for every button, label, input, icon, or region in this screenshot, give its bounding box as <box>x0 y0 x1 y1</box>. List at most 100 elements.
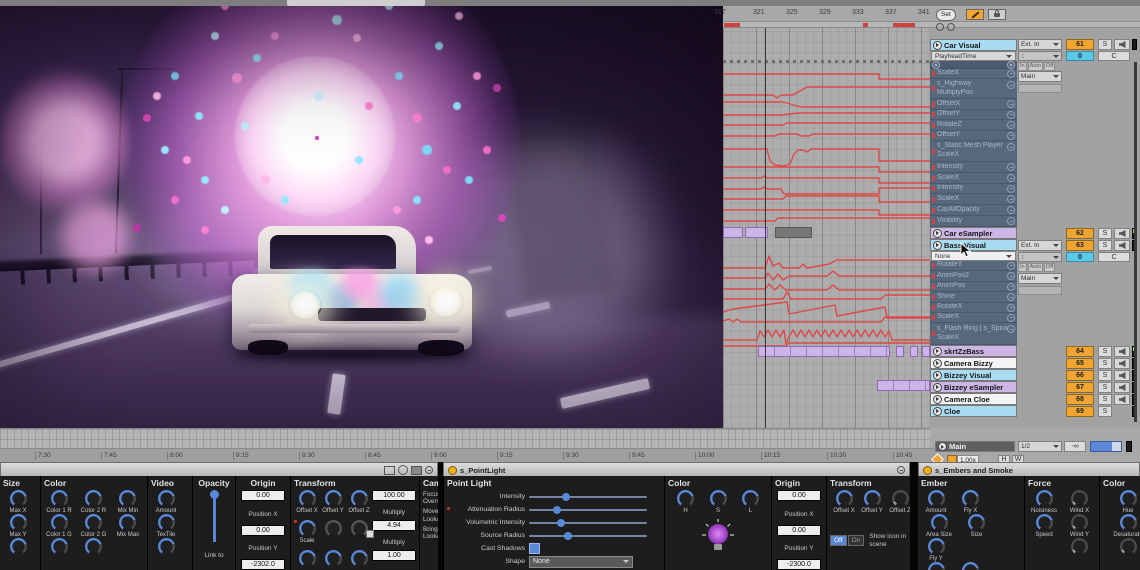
locator-marker[interactable] <box>724 23 740 27</box>
track-number[interactable]: 65 <box>1066 358 1094 369</box>
monitor-buttons[interactable]: InAutoOff <box>1018 263 1055 272</box>
amount-knob[interactable] <box>158 490 175 507</box>
mixmin-knob[interactable] <box>119 490 136 507</box>
minus-icon[interactable] <box>1007 206 1015 214</box>
fold-icon[interactable] <box>425 466 433 474</box>
unfold-icon[interactable] <box>933 241 942 250</box>
track-header-camera-cloe[interactable]: Camera Cloe <box>930 393 1017 405</box>
maxy-knob[interactable] <box>10 514 27 531</box>
offsetz-knob[interactable] <box>892 490 909 507</box>
automation-lane[interactable]: s_Static Mesh PlayerScaleX <box>930 141 1017 162</box>
automation-lane[interactable]: Shine <box>930 292 1017 303</box>
solo-button[interactable]: S <box>1098 346 1112 357</box>
partial-knob[interactable] <box>325 550 342 567</box>
automation-lane[interactable]: ScaleX <box>930 194 1017 205</box>
minus-icon[interactable] <box>1007 262 1015 270</box>
noisiness-knob[interactable] <box>1036 490 1053 507</box>
partial-knob[interactable] <box>928 562 945 570</box>
track-activator-button[interactable] <box>1114 358 1130 369</box>
track-value-badge[interactable]: 0 <box>1066 51 1094 61</box>
monitor-auto[interactable]: Auto <box>1028 263 1043 272</box>
track-header-car-visual[interactable]: Car Visual <box>930 39 1017 51</box>
output-routing-dropdown[interactable]: Main <box>1018 71 1062 82</box>
unfold-icon[interactable] <box>938 442 947 451</box>
offsety-knob[interactable] <box>325 490 342 507</box>
solo-button[interactable]: S <box>1098 370 1112 381</box>
track-number[interactable]: 69 <box>1066 406 1094 417</box>
output-routing-dropdown[interactable]: Main <box>1018 273 1062 284</box>
amount-knob[interactable] <box>928 490 945 507</box>
device-chain-row[interactable] <box>930 61 1017 69</box>
track-activator-button[interactable] <box>1114 228 1130 239</box>
source-radius-slider[interactable] <box>529 535 647 537</box>
automation-lane[interactable]: ScaleX <box>930 173 1017 184</box>
input-channel-dropdown[interactable]: 1 <box>1018 51 1062 61</box>
minus-icon[interactable] <box>1007 174 1015 182</box>
minus-icon[interactable] <box>1007 100 1015 108</box>
circle-button[interactable] <box>936 23 944 31</box>
automation-lane[interactable]: OffsetY <box>930 131 1017 141</box>
automation-lane[interactable]: RotateZ <box>930 120 1017 131</box>
partial-knob[interactable] <box>10 538 27 555</box>
vertical-scrollbar[interactable] <box>1134 62 1137 422</box>
overview-buttons[interactable] <box>936 23 955 31</box>
set-locator-button[interactable]: Set <box>936 9 956 21</box>
unfold-icon[interactable] <box>933 347 942 356</box>
h-knob[interactable] <box>677 490 694 507</box>
partial-knob[interactable] <box>51 538 68 555</box>
l-knob[interactable] <box>742 490 759 507</box>
flyy-knob[interactable] <box>928 538 945 555</box>
monitor-buttons[interactable]: InAutoOff <box>1018 62 1055 71</box>
partial-knob[interactable] <box>299 550 316 567</box>
offsetz-knob[interactable] <box>351 490 368 507</box>
automation-lane[interactable]: AnimPos2 <box>930 271 1017 282</box>
minus-icon[interactable] <box>1007 185 1015 193</box>
crossfade-button[interactable]: C <box>1098 51 1130 61</box>
automation-target-dropdown[interactable]: PlayheadTime <box>931 51 1016 61</box>
unfold-icon[interactable] <box>933 383 942 392</box>
clip-group[interactable] <box>877 380 930 391</box>
mini-checkbox[interactable] <box>366 530 374 538</box>
mixmax-knob[interactable] <box>119 514 136 531</box>
clip[interactable] <box>922 346 930 357</box>
automation-lane[interactable]: OffsetX <box>930 99 1017 110</box>
textile-knob[interactable] <box>158 514 175 531</box>
automation-lane[interactable]: s_Flash Ring | s_Spira...ScaleX <box>930 323 1017 345</box>
shape-dropdown[interactable]: None <box>529 556 633 568</box>
opacity-slider[interactable] <box>213 492 216 542</box>
position-x-value[interactable]: 0.00 <box>241 490 285 501</box>
track-activator-button[interactable] <box>1114 346 1130 357</box>
track-number[interactable]: 63 <box>1066 240 1094 251</box>
track-header-bizzey-visual[interactable]: Bizzey Visual <box>930 369 1017 381</box>
track-header-bass-visual[interactable]: Bass Visual <box>930 239 1017 251</box>
position-x-value[interactable]: 0.00 <box>777 490 821 501</box>
speed-knob[interactable] <box>1036 514 1053 531</box>
partial-knob[interactable] <box>1120 538 1137 555</box>
track-number[interactable]: 61 <box>1066 39 1094 50</box>
monitor-in[interactable]: In <box>1018 263 1027 272</box>
partial-knob[interactable] <box>1071 538 1088 555</box>
automation-target-dropdown[interactable]: None <box>931 251 1016 261</box>
partial-knob[interactable] <box>962 562 979 570</box>
position-z-value[interactable]: -2300.0 <box>777 559 821 570</box>
minus-icon[interactable] <box>1007 314 1015 322</box>
unfold-icon[interactable] <box>933 371 942 380</box>
grid-chooser[interactable]: 1/2 <box>1018 441 1062 452</box>
window-icon[interactable] <box>384 466 395 475</box>
s-knob[interactable] <box>710 490 727 507</box>
attenuation-radius-slider[interactable] <box>529 509 647 511</box>
track-activator-button[interactable] <box>1114 382 1130 393</box>
solo-button[interactable]: S <box>1098 240 1112 251</box>
solo-button[interactable]: S <box>1098 228 1112 239</box>
partial-knob[interactable] <box>85 538 102 555</box>
automation-lane[interactable]: OffsetY <box>930 110 1017 120</box>
minus-icon[interactable] <box>1007 195 1015 203</box>
maxx-knob[interactable] <box>10 490 27 507</box>
solo-button[interactable]: S <box>1098 394 1112 405</box>
automation-lane[interactable]: Intensity <box>930 184 1017 194</box>
offsetx-knob[interactable] <box>836 490 853 507</box>
track-header-cloe[interactable]: Cloe <box>930 405 1017 417</box>
hue-knob[interactable] <box>1120 490 1137 507</box>
automation-lane[interactable]: CarAllOpacity <box>930 205 1017 216</box>
track-number[interactable]: 67 <box>1066 382 1094 393</box>
